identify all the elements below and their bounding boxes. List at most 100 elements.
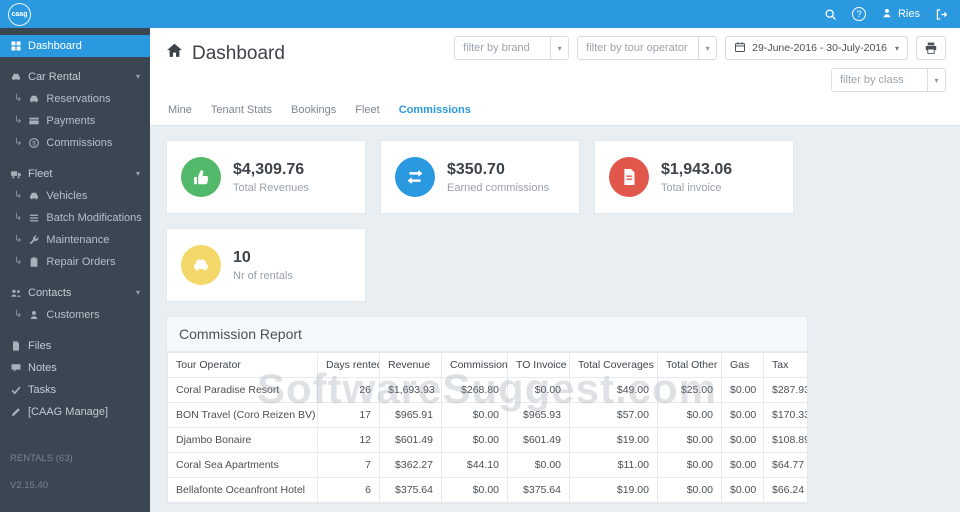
sub-arrow-icon: ↳ [14,309,22,321]
brand-filter-select[interactable]: filter by brand ▾ [454,36,569,60]
value-cell: $11.00 [570,453,658,478]
search-icon[interactable] [824,8,837,21]
value-cell: $170.33 [764,403,809,428]
column-header-to-invoice: TO Invoice [508,353,570,378]
sidebar-item-repair-orders[interactable]: ↳Repair Orders [0,251,150,273]
thumbs-up-icon [181,157,221,197]
tour-filter-placeholder: filter by tour operator [578,42,698,54]
calendar-icon [734,41,746,56]
sidebar-item-maintenance[interactable]: ↳Maintenance [0,229,150,251]
sidebar-item-label: Repair Orders [46,256,115,268]
print-button[interactable] [916,36,946,60]
report-title: Commission Report [167,317,807,352]
sidebar-item-files[interactable]: Files [0,335,150,357]
clipboard-icon [28,256,40,268]
tab-bookings[interactable]: Bookings [291,104,336,116]
logout-icon[interactable] [935,8,948,21]
sidebar-item-label: Contacts [28,287,71,299]
users-icon [10,287,22,299]
sidebar-item-caag-manage[interactable]: [CAAG Manage] [0,401,150,423]
date-range-picker[interactable]: 29-June-2016 - 30-July-2016 ▾ [725,36,908,60]
dashboard-content: $4,309.76Total Revenues$350.70Earned com… [150,126,960,512]
sidebar-item-batch-modifications[interactable]: ↳Batch Modifications [0,207,150,229]
car-icon [181,245,221,285]
column-header-revenue: Revenue [380,353,442,378]
main-area: Dashboard filter by brand ▾ filter by to… [150,28,960,512]
user-icon [881,7,893,22]
sub-arrow-icon: ↳ [14,234,22,246]
chevron-down-icon: ▾ [698,37,716,59]
check-icon [10,384,22,396]
brand-filter-placeholder: filter by brand [455,42,550,54]
value-cell: $66.24 [764,478,809,503]
value-cell: 12 [318,428,380,453]
value-cell: 17 [318,403,380,428]
help-icon[interactable]: ? [852,7,866,21]
sidebar-item-vehicles[interactable]: ↳Vehicles [0,185,150,207]
car-icon [10,71,22,83]
sidebar-item-notes[interactable]: Notes [0,357,150,379]
value-cell: $0.00 [442,428,508,453]
sub-arrow-icon: ↳ [14,137,22,149]
sidebar-item-fleet[interactable]: Fleet▾ [0,163,150,185]
sidebar-item-payments[interactable]: ↳Payments [0,110,150,132]
sidebar-item-dashboard[interactable]: Dashboard [0,35,150,57]
stat-value: $350.70 [447,161,549,179]
sidebar: Dashboard Car Rental ▾ ↳Reservations↳Paymen… [0,28,150,512]
column-header-days-rented: Days rented [318,353,380,378]
home-icon [166,42,183,65]
sidebar-item-car-rental[interactable]: Car Rental ▾ [0,66,150,88]
chevron-down-icon: ▾ [927,69,945,91]
stat-card-total-invoice: $1,943.06Total invoice [594,140,794,214]
stat-card-total-revenues: $4,309.76Total Revenues [166,140,366,214]
value-cell: 7 [318,453,380,478]
value-cell: $965.93 [508,403,570,428]
table-row: Djambo Bonaire12$601.49$0.00$601.49$19.0… [168,428,809,453]
value-cell: 6 [318,478,380,503]
class-filter-select[interactable]: filter by class ▾ [831,68,946,92]
svg-text:$: $ [33,140,37,147]
tab-mine[interactable]: Mine [168,104,192,116]
sidebar-item-label: Customers [46,309,99,321]
sidebar-item-commissions[interactable]: ↳$Commissions [0,132,150,154]
value-cell: $601.49 [508,428,570,453]
value-cell: $0.00 [722,453,764,478]
fleet-icon [10,168,22,180]
page-header: Dashboard filter by brand ▾ filter by to… [150,28,960,126]
tab-tenant-stats[interactable]: Tenant Stats [211,104,272,116]
sidebar-item-tasks[interactable]: Tasks [0,379,150,401]
value-cell: $0.00 [722,478,764,503]
user-menu[interactable]: Ries [881,7,920,22]
sidebar-item-label: Car Rental [28,71,81,83]
value-cell: 26 [318,378,380,403]
stat-card-nr-of-rentals: 10Nr of rentals [166,228,366,302]
tab-commissions[interactable]: Commissions [399,104,471,116]
column-header-gas: Gas [722,353,764,378]
stat-value: $4,309.76 [233,161,309,179]
rentals-count: RENTALS (63) [0,453,150,464]
sidebar-item-contacts[interactable]: Contacts▾ [0,282,150,304]
list-icon [28,212,40,224]
dashboard-icon [10,40,22,52]
tour-operator-cell: Coral Sea Apartments [168,453,318,478]
value-cell: $287.93 [764,378,809,403]
table-row: Coral Paradise Resort26$1,693.93$268.80$… [168,378,809,403]
comment-icon [10,362,22,374]
chevron-down-icon: ▾ [136,71,140,83]
stat-label: Nr of rentals [233,270,293,282]
value-cell: $965.91 [380,403,442,428]
sidebar-item-reservations[interactable]: ↳Reservations [0,88,150,110]
value-cell: $0.00 [722,428,764,453]
table-header-row: Tour OperatorDays rentedRevenueCommissio… [168,353,809,378]
sub-arrow-icon: ↳ [14,190,22,202]
app-logo[interactable]: caag [8,3,31,26]
tab-fleet[interactable]: Fleet [355,104,379,116]
dashboard-tabs: Mine Tenant Stats Bookings Fleet Commissions [166,94,946,125]
value-cell: $64.77 [764,453,809,478]
sidebar-item-label: Notes [28,362,57,374]
sidebar-item-customers[interactable]: ↳ Customers [0,304,150,326]
stat-cards: $4,309.76Total Revenues$350.70Earned com… [166,140,826,302]
value-cell: $1,693.93 [380,378,442,403]
money-icon: $ [28,137,40,149]
tour-operator-filter-select[interactable]: filter by tour operator ▾ [577,36,717,60]
